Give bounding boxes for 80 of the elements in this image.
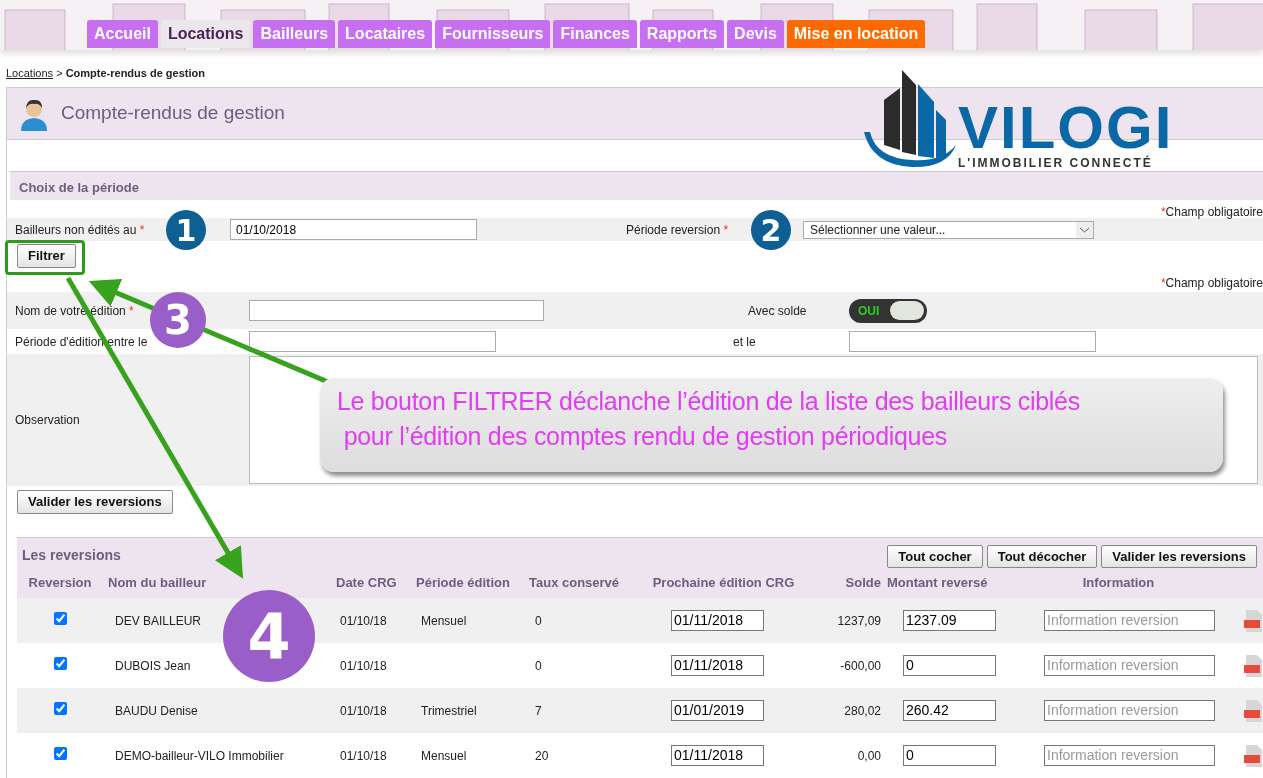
nav-tab[interactable]: Locations (160, 20, 251, 48)
date-field[interactable]: 01/11/2018 (671, 745, 764, 766)
column-header: Information (1006, 568, 1231, 598)
column-header: Taux conservé (518, 568, 636, 598)
required-note: *Champ obligatoire (1160, 276, 1263, 290)
date-field[interactable]: 01/10/2018 (230, 219, 477, 240)
field-label: Période reversion * (626, 222, 729, 237)
date-field[interactable]: 01/11/2018 (671, 655, 764, 676)
column-header: Solde (811, 568, 881, 598)
pdf-icon[interactable] (1244, 609, 1262, 632)
pdf-icon[interactable] (1244, 699, 1262, 722)
table-cell: 0 (535, 658, 542, 673)
table-cell: 01/10/18 (340, 748, 387, 763)
step-number: 1 (166, 210, 206, 250)
pdf-icon[interactable] (1244, 654, 1262, 677)
table-cell: -600,00 (840, 658, 881, 673)
field-label: Bailleurs non édités au * (15, 222, 145, 237)
table-cell: 01/10/18 (340, 703, 387, 718)
table-cell: 0,00 (857, 748, 881, 763)
date-field[interactable] (249, 331, 496, 352)
checkbox[interactable] (53, 611, 67, 625)
column-header: Prochaine édition CRG (636, 568, 811, 598)
caret-icon (1076, 221, 1093, 238)
column-header: Date CRG (323, 568, 403, 598)
table-cell: 0 (535, 613, 542, 628)
field-label: Observation (15, 413, 80, 427)
breadcrumb-link[interactable]: Locations (6, 67, 54, 79)
information-field[interactable]: Information reversion (1044, 745, 1215, 766)
breadcrumb-current: Compte-rendus de gestion (65, 67, 205, 79)
checkbox[interactable] (53, 746, 67, 760)
date-field[interactable]: 01/11/2018 (671, 610, 764, 631)
validate-button[interactable]: Valider les reversions (17, 490, 173, 514)
information-field[interactable]: Information reversion (1044, 700, 1215, 721)
logo-tagline: L'IMMOBILIER CONNECTÉ (958, 156, 1154, 170)
table-cell: 01/10/18 (340, 613, 387, 628)
table-cell: 1237,09 (837, 613, 881, 628)
table-cell: 20 (535, 748, 549, 763)
amount-field[interactable]: 260.42 (903, 700, 996, 721)
page-title: Compte-rendus de gestion (61, 101, 285, 126)
section-title: Les reversions (22, 546, 121, 565)
toolbar-button[interactable]: Tout cocher (887, 544, 983, 568)
checkbox[interactable] (53, 656, 67, 670)
column-header: Reversion (17, 568, 103, 598)
date-field[interactable] (849, 331, 1096, 352)
information-field[interactable]: Information reversion (1044, 655, 1215, 676)
step-number: 2 (751, 210, 791, 250)
toolbar-button[interactable]: Valider les reversions (1101, 544, 1257, 568)
checkbox[interactable] (53, 701, 67, 715)
column-header: Période édition (403, 568, 518, 598)
pdf-icon[interactable] (1244, 744, 1262, 767)
select-field[interactable]: Sélectionner une valeur... (803, 220, 1094, 239)
table-cell: Mensuel (421, 613, 467, 628)
table-cell: DUBOIS Jean (115, 658, 191, 673)
amount-field[interactable]: 0 (903, 745, 996, 766)
amount-field[interactable]: 0 (903, 655, 996, 676)
table-cell: 01/10/18 (340, 658, 387, 673)
amount-field[interactable]: 1237.09 (903, 610, 996, 631)
field-label: Période d'édition entre le (15, 334, 148, 349)
table-cell: Trimestriel (421, 703, 477, 718)
table-cell: BAUDU Denise (115, 703, 198, 718)
section-title: Choix de la période (10, 171, 1263, 200)
column-header: Montant reversé (881, 568, 1006, 598)
toggle-switch[interactable]: OUI (849, 298, 927, 323)
logo-icon (862, 70, 956, 170)
table-cell: DEV BAILLEUR (115, 613, 202, 628)
table-cell: Mensuel (421, 748, 467, 763)
logo-text: VILOGI (958, 100, 1174, 156)
table-cell: DEMO-bailleur-VILO Immobilier (115, 748, 284, 763)
table-cell: 280,02 (844, 703, 881, 718)
date-field[interactable]: 01/01/2019 (671, 700, 764, 721)
required-note: *Champ obligatoire (1160, 205, 1263, 219)
filter-button[interactable]: Filtrer (17, 244, 76, 268)
text-field[interactable] (249, 300, 544, 321)
information-field[interactable]: Information reversion (1044, 610, 1215, 631)
field-label: Avec solde (748, 303, 807, 318)
field-label: et le (733, 334, 756, 349)
callout-tooltip: Le bouton FILTRER déclanche l’édition de la liste des bailleurs ciblés pour l’édition des comptes rendu de gestion périodiques (320, 378, 1223, 472)
breadcrumb-separator: > (55, 67, 64, 79)
table-cell: 7 (535, 703, 542, 718)
toolbar-button[interactable]: Tout décocher (986, 544, 1098, 568)
